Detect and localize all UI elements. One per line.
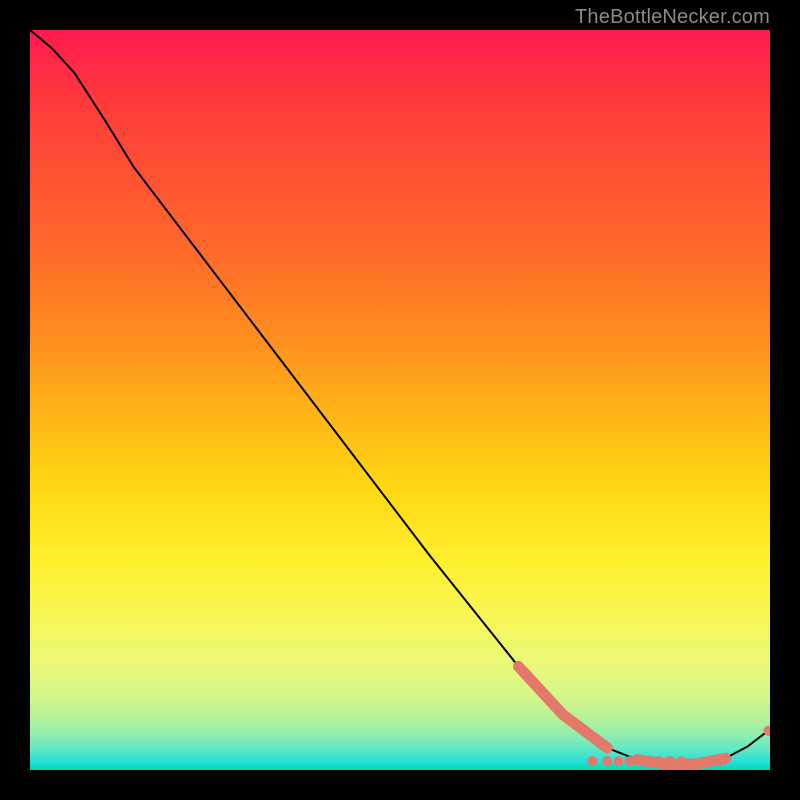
highlight-segments — [518, 666, 725, 764]
curve-line — [30, 30, 770, 764]
plot-area — [30, 30, 770, 770]
chart-svg — [30, 30, 770, 770]
attribution-text: TheBottleNecker.com — [575, 6, 770, 29]
chart-canvas: TheBottleNecker.com — [0, 0, 800, 800]
highlight-dots — [587, 726, 770, 766]
